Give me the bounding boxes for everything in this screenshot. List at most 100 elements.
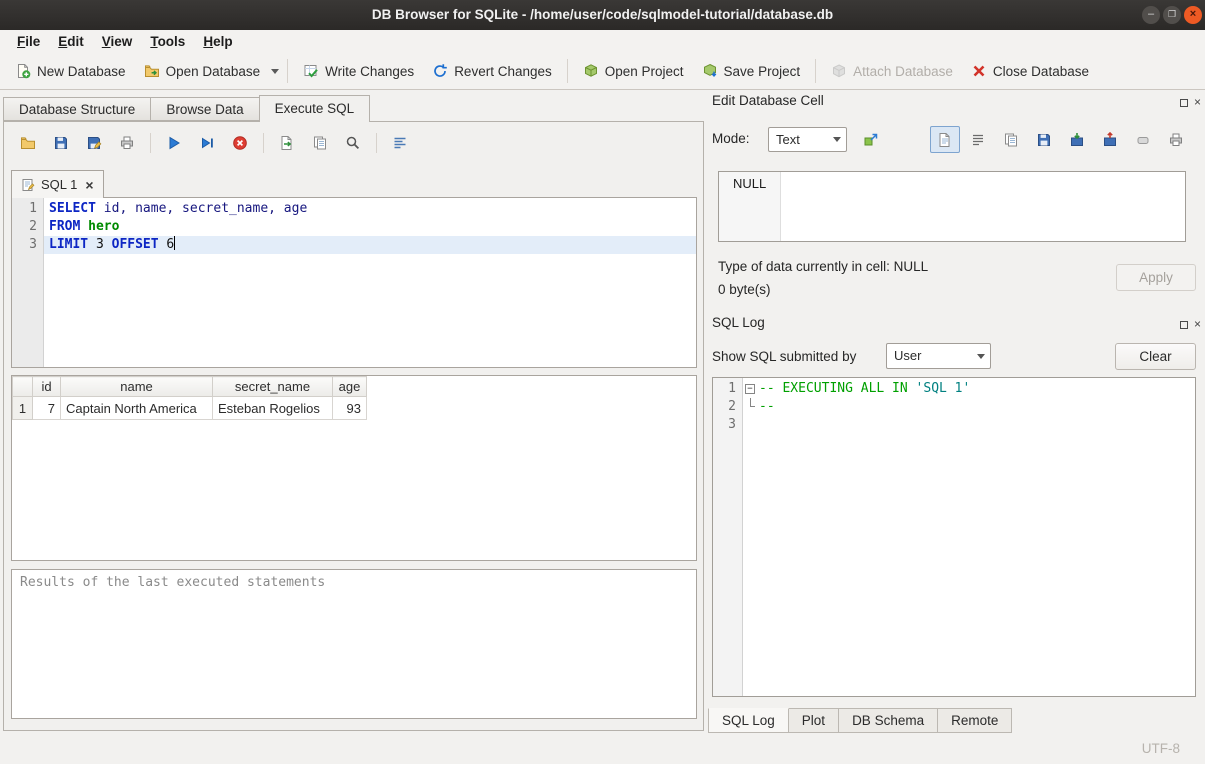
save-cell-button[interactable]: [1029, 126, 1059, 153]
sql-log-float-icon[interactable]: [1177, 318, 1190, 331]
tab-execute-sql[interactable]: Execute SQL: [259, 95, 371, 122]
tab-db-schema[interactable]: DB Schema: [838, 708, 938, 733]
sql-log-filter-value: User: [894, 344, 972, 368]
open-sql-file-button[interactable]: [16, 131, 40, 155]
sql-editor[interactable]: 1 2 3 SELECT id, name, secret_name, age …: [11, 197, 697, 368]
clear-log-button[interactable]: Clear: [1115, 343, 1196, 370]
menu-tools[interactable]: Tools: [141, 30, 194, 53]
column-header-id[interactable]: id: [33, 377, 61, 397]
row-header[interactable]: 1: [13, 397, 33, 420]
menu-file[interactable]: File: [8, 30, 49, 53]
export-cell-button[interactable]: [1095, 126, 1125, 153]
text-mode-button[interactable]: [930, 126, 960, 153]
menu-view[interactable]: View: [93, 30, 142, 53]
line-number: 3: [12, 236, 37, 254]
mode-select[interactable]: Text: [768, 127, 847, 152]
menu-help[interactable]: Help: [194, 30, 241, 53]
new-database-button[interactable]: New Database: [6, 59, 135, 83]
execute-all-button[interactable]: [162, 131, 186, 155]
open-database-dropdown[interactable]: [269, 60, 281, 82]
tab-sql1[interactable]: SQL 1 ×: [11, 170, 104, 198]
tab-browse-data[interactable]: Browse Data: [150, 97, 259, 121]
close-database-button[interactable]: Close Database: [962, 59, 1098, 83]
copy-icon: [1003, 132, 1019, 148]
cell-name[interactable]: Captain North America: [61, 397, 213, 420]
cell-editor[interactable]: NULL: [718, 171, 1186, 242]
stop-button[interactable]: [228, 131, 252, 155]
find-replace-button[interactable]: [341, 131, 365, 155]
cell-editor-body[interactable]: [781, 172, 1185, 241]
export-csv-button[interactable]: [275, 131, 299, 155]
revert-changes-button[interactable]: Revert Changes: [423, 59, 561, 83]
sql-log-code[interactable]: − -- EXECUTING ALL IN 'SQL 1' --: [743, 378, 1195, 696]
menu-edit[interactable]: Edit: [49, 30, 93, 53]
results-message-area[interactable]: Results of the last executed statements: [11, 569, 697, 719]
cell-age[interactable]: 93: [333, 397, 367, 420]
fold-collapse-icon[interactable]: −: [745, 384, 755, 394]
open-database-button[interactable]: Open Database: [135, 59, 270, 83]
column-header-age[interactable]: age: [333, 377, 367, 397]
open-project-icon: [583, 63, 599, 79]
close-icon[interactable]: ×: [1184, 6, 1202, 24]
find-replace-icon: [345, 135, 361, 151]
column-header-name[interactable]: name: [61, 377, 213, 397]
attach-database-button[interactable]: Attach Database: [822, 59, 962, 83]
float-window-icon: [1180, 321, 1188, 329]
open-external-icon: [863, 132, 879, 148]
execute-current-line-button[interactable]: [195, 131, 219, 155]
open-database-label: Open Database: [166, 64, 261, 79]
import-cell-button[interactable]: [1062, 126, 1092, 153]
word-wrap-cell-button[interactable]: [963, 126, 993, 153]
copy-cell-button[interactable]: [996, 126, 1026, 153]
maximize-icon[interactable]: ❐: [1163, 6, 1181, 24]
edit-cell-close-icon[interactable]: ×: [1191, 95, 1204, 108]
apply-button[interactable]: Apply: [1116, 264, 1196, 291]
write-changes-button[interactable]: Write Changes: [294, 59, 423, 83]
column-header-secret-name[interactable]: secret_name: [213, 377, 333, 397]
open-project-button[interactable]: Open Project: [574, 59, 693, 83]
set-null-button[interactable]: [1128, 126, 1158, 153]
line-number: 3: [713, 416, 736, 434]
sql-log-gutter: 1 2 3: [713, 378, 743, 696]
word-wrap-button[interactable]: [388, 131, 412, 155]
grid-corner[interactable]: [13, 377, 33, 397]
chevron-down-icon: [271, 69, 279, 78]
tab-sql-log[interactable]: SQL Log: [708, 708, 789, 733]
code-line: FROM hero: [44, 218, 696, 236]
tab-remote[interactable]: Remote: [937, 708, 1012, 733]
open-sql-file-icon: [20, 135, 36, 151]
new-database-icon: [15, 63, 31, 79]
attach-database-label: Attach Database: [853, 64, 953, 79]
sql-log-close-icon[interactable]: ×: [1191, 317, 1204, 330]
print-cell-button[interactable]: [1161, 126, 1191, 153]
cell-secret-name[interactable]: Esteban Rogelios: [213, 397, 333, 420]
stop-icon: [232, 135, 248, 151]
cell-id[interactable]: 7: [33, 397, 61, 420]
fold-column: [743, 398, 759, 416]
print-sql-button[interactable]: [115, 131, 139, 155]
menubar: File Edit View Tools Help: [0, 30, 1205, 53]
sql-editor-code[interactable]: SELECT id, name, secret_name, age FROM h…: [44, 198, 696, 367]
write-changes-icon: [303, 63, 319, 79]
open-external-button[interactable]: [857, 126, 885, 153]
encoding-indicator[interactable]: UTF-8: [1142, 741, 1180, 756]
line-number: 2: [713, 398, 736, 416]
chevron-down-icon: [833, 137, 841, 146]
log-line: [743, 416, 1195, 434]
save-project-button[interactable]: Save Project: [693, 59, 810, 83]
tab-database-structure[interactable]: Database Structure: [3, 97, 151, 121]
tab-plot[interactable]: Plot: [788, 708, 839, 733]
minimize-icon[interactable]: –: [1142, 6, 1160, 24]
save-results-button[interactable]: [308, 131, 332, 155]
edit-cell-float-icon[interactable]: [1177, 96, 1190, 109]
sql-log-editor[interactable]: 1 2 3 − -- EXECUTING ALL IN 'SQL 1' --: [712, 377, 1196, 697]
save-sql-as-button[interactable]: [82, 131, 106, 155]
sql-log-title: SQL Log: [712, 315, 765, 330]
log-token: 'SQL 1': [916, 380, 971, 398]
save-project-icon: [702, 63, 718, 79]
save-sql-file-button[interactable]: [49, 131, 73, 155]
sql-log-filter-select[interactable]: User: [886, 343, 991, 369]
sql-token: hero: [88, 219, 119, 234]
save-sql-file-icon: [53, 135, 69, 151]
tab-sql1-close-icon[interactable]: ×: [85, 178, 93, 192]
